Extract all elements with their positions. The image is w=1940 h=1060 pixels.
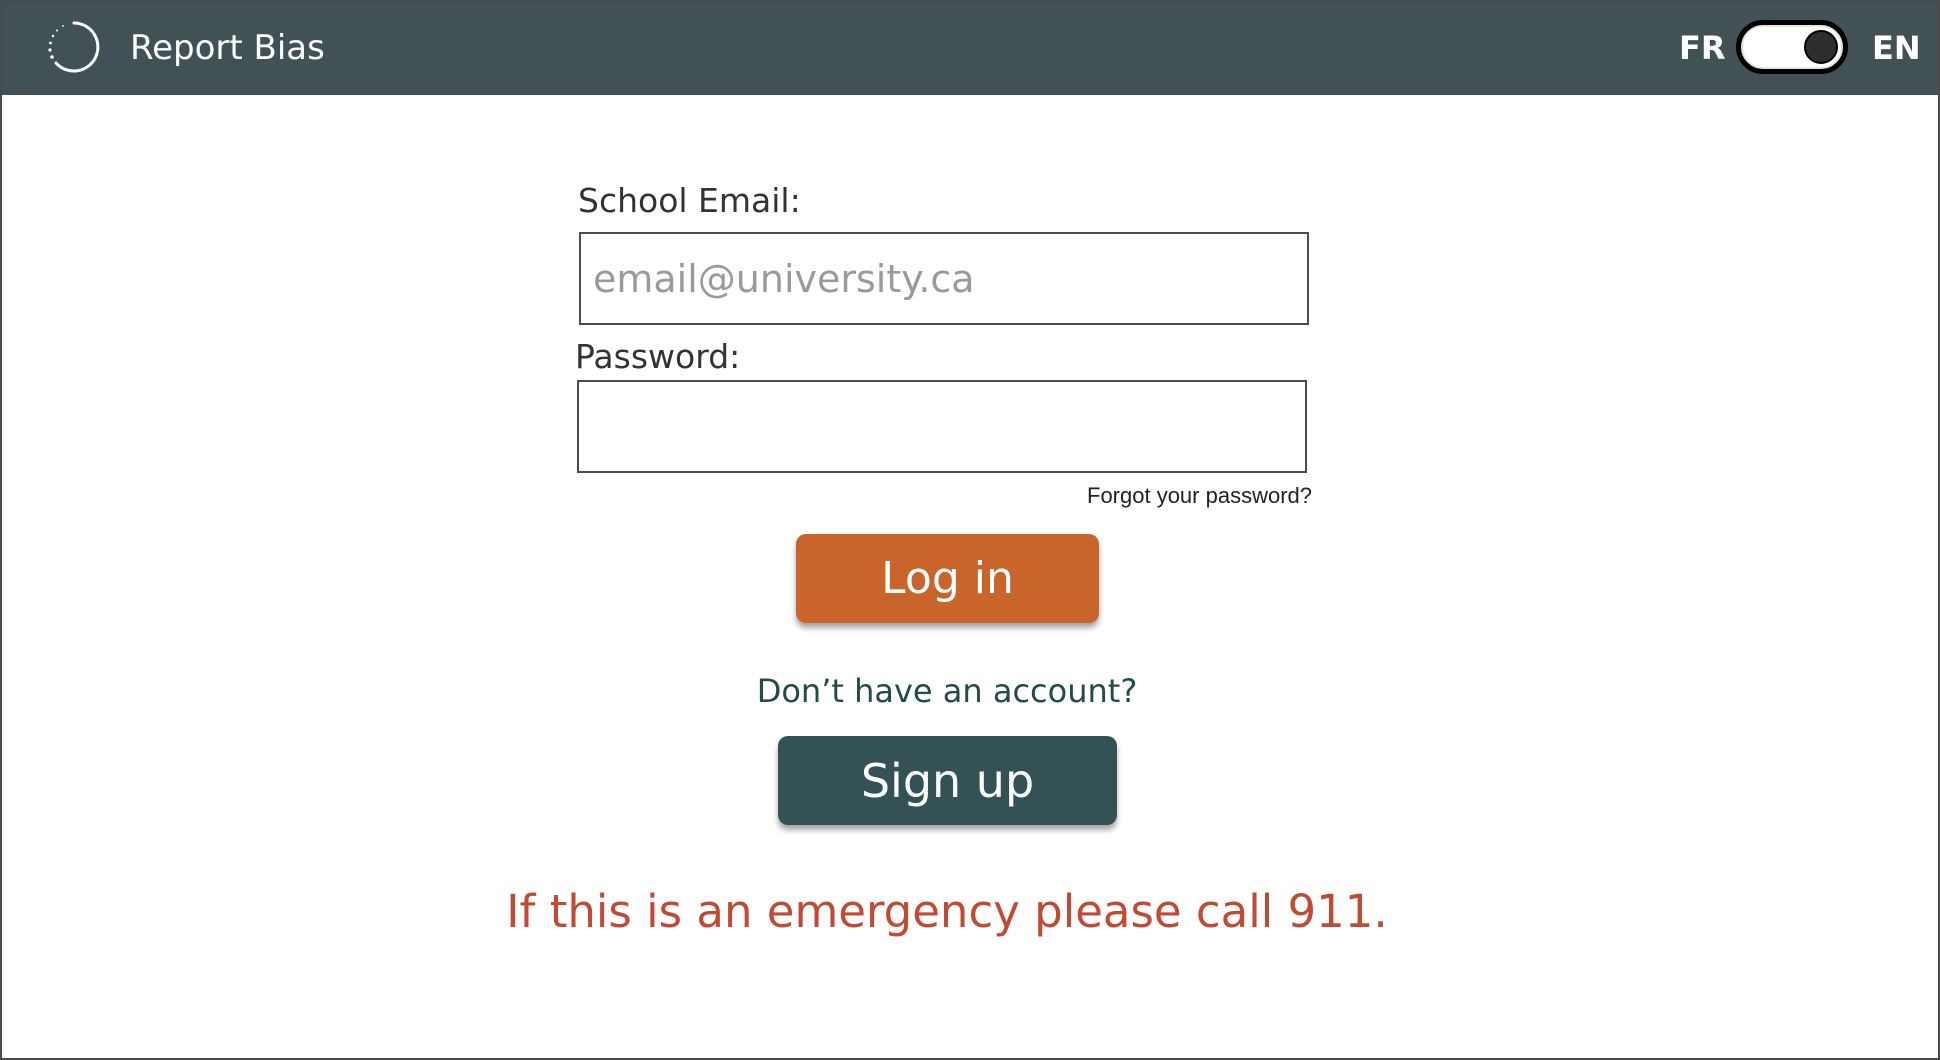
password-label: Password: [575,337,741,376]
loading-circle-icon [48,21,100,73]
no-account-prompt: Don’t have an account? [756,672,1138,710]
top-header-bar: Report Bias FR EN [2,2,1938,95]
toggle-knob[interactable] [1804,30,1838,64]
language-en-label[interactable]: EN [1872,27,1921,69]
signup-button[interactable]: Sign up [778,736,1117,825]
app-title: Report Bias [130,28,325,68]
email-field[interactable] [579,232,1309,325]
language-fr-label[interactable]: FR [1679,27,1726,69]
forgot-password-link[interactable]: Forgot your password? [1072,482,1312,510]
password-field[interactable] [577,380,1307,473]
emergency-notice: If this is an emergency please call 911. [506,885,1388,938]
email-label: School Email: [578,181,801,220]
login-button[interactable]: Log in [796,534,1099,623]
language-toggle[interactable] [1736,20,1848,74]
app-window: Report Bias FR EN School Email: Password… [0,0,1940,1060]
